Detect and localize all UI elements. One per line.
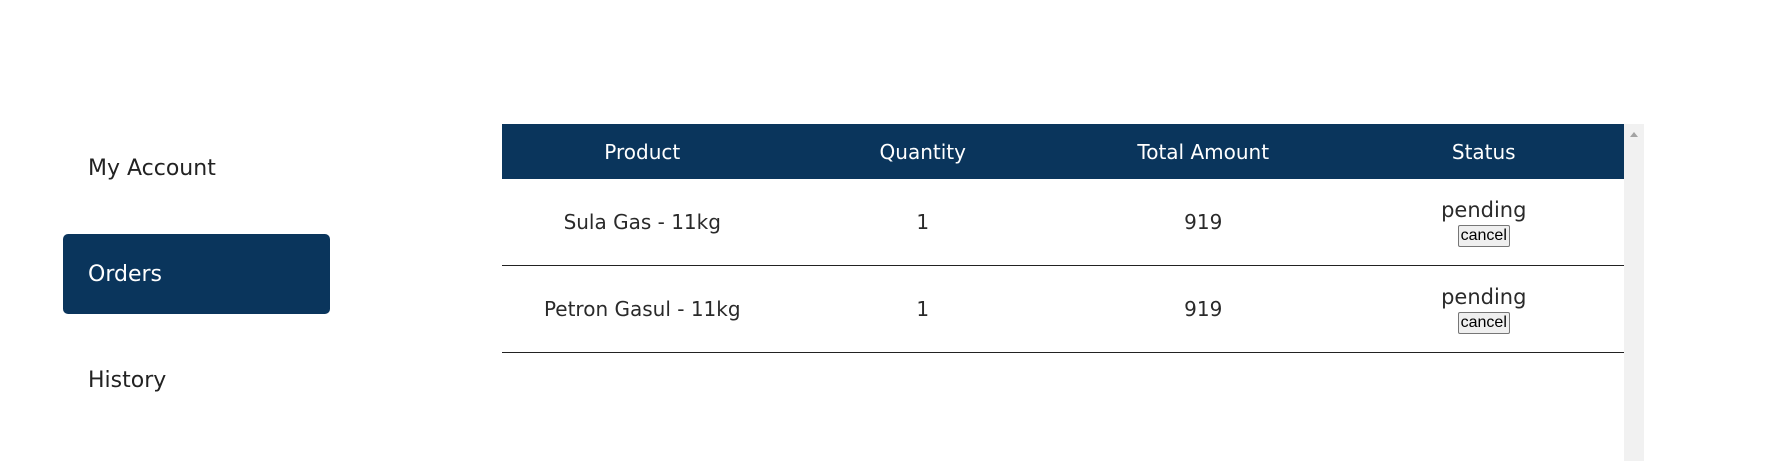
cancel-button[interactable]: cancel xyxy=(1457,311,1510,334)
sidebar-item-orders[interactable]: Orders xyxy=(63,234,330,314)
product-cell: Sula Gas - 11kg xyxy=(563,210,721,234)
table-row: Sula Gas - 11kg 1 919 pending cancel xyxy=(502,179,1624,266)
sidebar-item-my-account[interactable]: My Account xyxy=(63,128,330,208)
orders-table: Product Quantity Total Amount Status Sul… xyxy=(502,124,1624,461)
cancel-button[interactable]: cancel xyxy=(1457,224,1510,247)
table-header: Product Quantity Total Amount Status xyxy=(502,124,1624,179)
total-amount-cell: 919 xyxy=(1184,210,1223,234)
column-header-product: Product xyxy=(604,139,681,164)
column-header-status: Status xyxy=(1451,139,1516,164)
orders-page: My Account Orders History Product Quanti… xyxy=(0,0,1776,461)
table-row: Petron Gasul - 11kg 1 919 pending cancel xyxy=(502,266,1624,353)
sidebar-item-history[interactable]: History xyxy=(63,340,330,420)
column-header-quantity: Quantity xyxy=(879,139,966,164)
status-cell: pending cancel xyxy=(1344,285,1625,334)
vertical-scrollbar[interactable] xyxy=(1624,124,1644,461)
sidebar-item-label: History xyxy=(88,367,167,393)
total-amount-cell: 919 xyxy=(1184,297,1223,321)
sidebar-item-label: My Account xyxy=(88,155,216,181)
status-text: pending xyxy=(1441,197,1527,222)
status-cell: pending cancel xyxy=(1344,198,1625,247)
scroll-up-arrow-icon[interactable] xyxy=(1630,132,1638,137)
quantity-cell: 1 xyxy=(916,210,930,234)
quantity-cell: 1 xyxy=(916,297,930,321)
sidebar-item-label: Orders xyxy=(88,261,162,287)
product-cell: Petron Gasul - 11kg xyxy=(543,297,741,321)
sidebar: My Account Orders History xyxy=(63,128,330,446)
column-header-total-amount: Total Amount xyxy=(1137,139,1270,164)
status-text: pending xyxy=(1441,284,1527,309)
